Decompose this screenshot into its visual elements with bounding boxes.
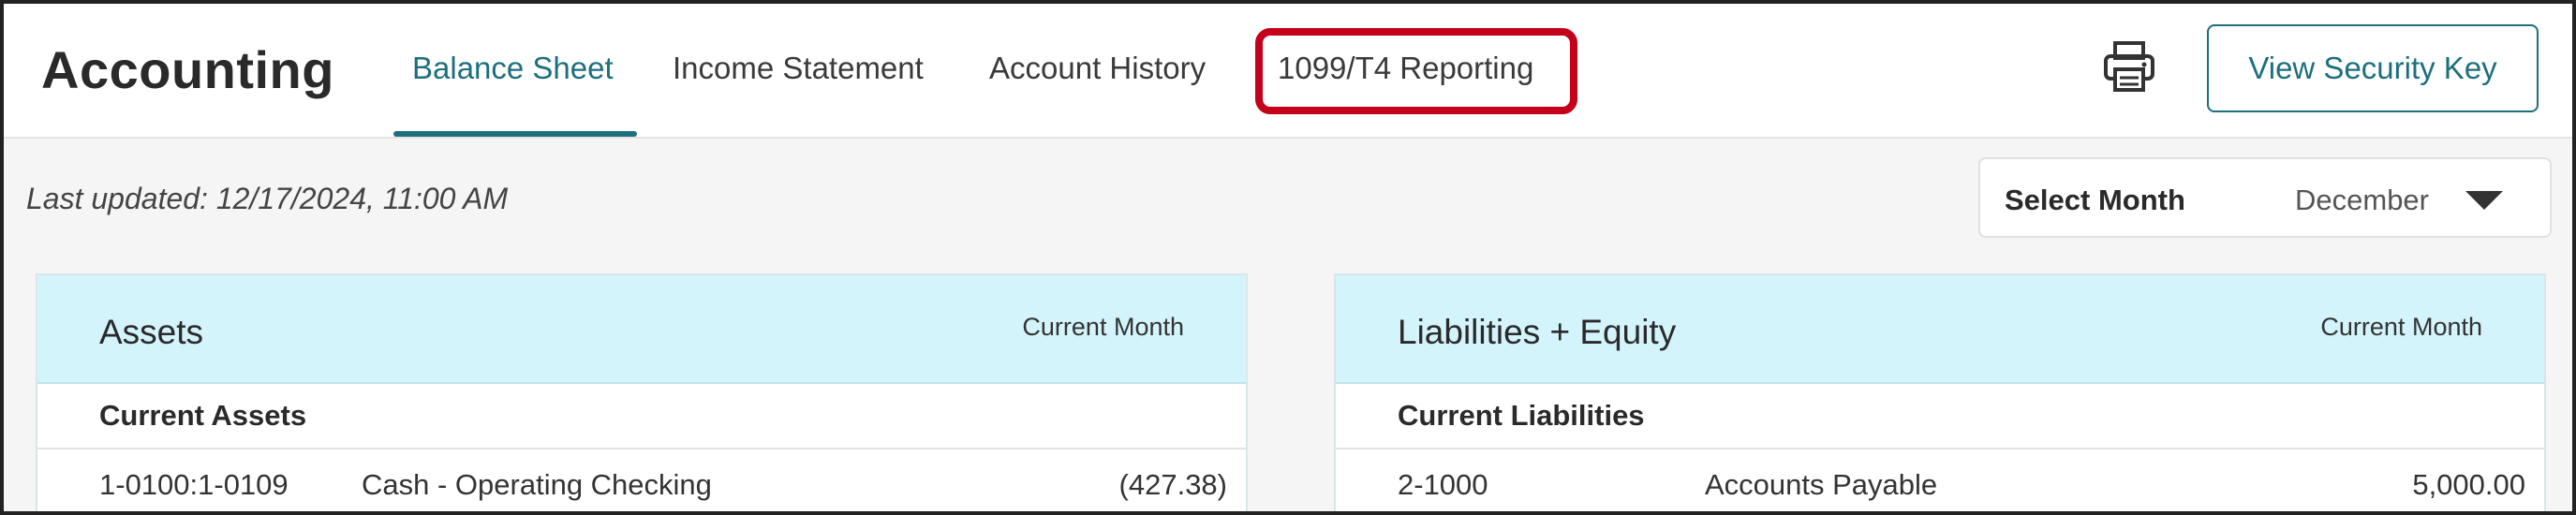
current-liabilities-label: Current Liabilities <box>1398 399 1645 432</box>
assets-panel: Assets Current Month Current Assets 1-01… <box>36 273 1248 511</box>
assets-panel-header: Assets Current Month <box>37 275 1246 384</box>
view-security-key-button[interactable]: View Security Key <box>2207 24 2539 112</box>
liabilities-column-header: Current Month <box>2320 313 2482 341</box>
account-amount: (427.38) <box>1118 468 1227 501</box>
assets-section-row: Current Assets <box>37 384 1246 449</box>
tab-income-statement[interactable]: Income Statement <box>673 51 924 86</box>
caret-down-icon <box>2465 191 2503 210</box>
account-number: 2-1000 <box>1398 468 1488 501</box>
table-row[interactable]: 2-1000 Accounts Payable 5,000.00 <box>1336 451 2544 511</box>
liabilities-section-row: Current Liabilities <box>1336 384 2544 449</box>
assets-title: Assets <box>99 313 204 351</box>
month-select-value: December <box>2295 184 2429 216</box>
highlight-annotation <box>1255 28 1577 114</box>
tab-account-history[interactable]: Account History <box>989 51 1206 86</box>
printer-icon[interactable] <box>2102 39 2156 94</box>
table-row[interactable]: 1-0100:1-0109 Cash - Operating Checking … <box>37 451 1246 511</box>
last-updated-text: Last updated: 12/17/2024, 11:00 AM <box>26 182 509 215</box>
account-name[interactable]: Cash - Operating Checking <box>362 468 712 502</box>
liabilities-panel-header: Liabilities + Equity Current Month <box>1336 275 2544 384</box>
tab-balance-sheet[interactable]: Balance Sheet <box>412 51 614 86</box>
page-title: Accounting <box>41 40 334 99</box>
top-nav: Accounting Balance Sheet Income Statemen… <box>4 4 2572 139</box>
liabilities-title: Liabilities + Equity <box>1398 313 1677 351</box>
account-number: 1-0100:1-0109 <box>99 468 289 501</box>
assets-column-header: Current Month <box>1022 313 1184 341</box>
month-select[interactable]: Select Month December <box>1978 157 2552 238</box>
active-tab-indicator <box>393 131 637 137</box>
current-assets-label: Current Assets <box>99 399 307 432</box>
liabilities-panel: Liabilities + Equity Current Month Curre… <box>1334 273 2546 511</box>
app-window: Accounting Balance Sheet Income Statemen… <box>0 0 2576 515</box>
month-select-label: Select Month <box>2005 184 2185 216</box>
account-amount: 5,000.00 <box>2412 468 2525 501</box>
account-name[interactable]: Accounts Payable <box>1705 468 1937 502</box>
